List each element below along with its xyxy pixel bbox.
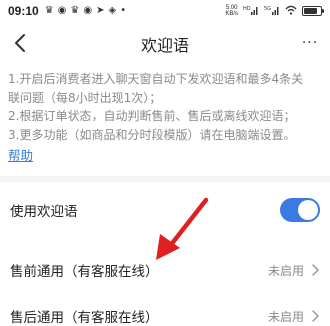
network-speed-unit: KB/s [225,11,238,17]
chevron-right-icon [312,310,319,322]
chevron-left-icon [15,34,25,52]
hd-signal-icon: HD [243,5,259,18]
network-speed: 5.00 KB/s [225,5,238,17]
toggle-knob [298,200,318,220]
back-button[interactable] [6,28,34,58]
app-icon: ◉ [57,5,67,16]
use-welcome-label: 使用欢迎语 [10,204,78,220]
status-bar: 09:10 ♛ ◉ ♛ ◉ ➤ ◈ • 5.00 KB/s HD 5G [0,0,330,22]
nav-bar: 欢迎语 ··· [0,26,330,62]
wifi-icon [285,5,297,18]
status-time: 09:10 [8,4,39,18]
welcome-notice: 1.开启后消费者进入聊天窗自动下发欢迎语和最多4条关 联问题（每8小时出现1次）… [8,70,320,166]
notice-line: 联问题（每8小时出现1次）； [8,90,162,105]
svg-text:5G: 5G [264,6,271,12]
signal-icon: 5G [264,5,280,18]
battery-icon [302,6,324,16]
annotation-arrow [156,197,209,260]
notice-line: 1.开启后消费者进入聊天窗自动下发欢迎语和最多4条关 [8,72,304,86]
chevron-right-icon [312,264,319,276]
after-sale-status: 未启用 [267,309,304,324]
app-icon: ◉ [83,5,93,16]
pre-sale-status: 未启用 [267,263,304,278]
notification-icons: ♛ ◉ ♛ ◉ ➤ ◈ • [45,6,126,16]
battery-level [304,8,317,14]
send-icon: ➤ [96,5,105,16]
more-options-button[interactable]: ··· [298,30,322,56]
svg-text:HD: HD [243,6,251,12]
more-dots-icon: ··· [301,35,319,51]
crown-icon: ♛ [44,5,54,16]
pre-sale-label: 售前通用（有客服在线） [10,264,159,280]
page-title: 欢迎语 [140,36,189,55]
notice-line: 3.更多功能（如商品和分时段模版）请在电脑端设置。 [8,127,296,142]
after-sale-label: 售后通用（有客服在线） [10,310,159,326]
help-link[interactable]: 帮助 [8,147,33,166]
crown-icon: ♛ [70,5,80,16]
app-icon: ◈ [108,5,117,16]
after-sale-welcome-row[interactable]: 售后通用（有客服在线） 未启用 [0,294,330,326]
notice-line: 2.根据订单状态，自动判断售前、售后或离线欢迎语； [8,109,296,123]
more-dots-icon: • [120,5,127,16]
section-divider [0,176,330,182]
system-status: 5.00 KB/s HD 5G [225,5,324,18]
use-welcome-toggle[interactable] [280,198,320,222]
